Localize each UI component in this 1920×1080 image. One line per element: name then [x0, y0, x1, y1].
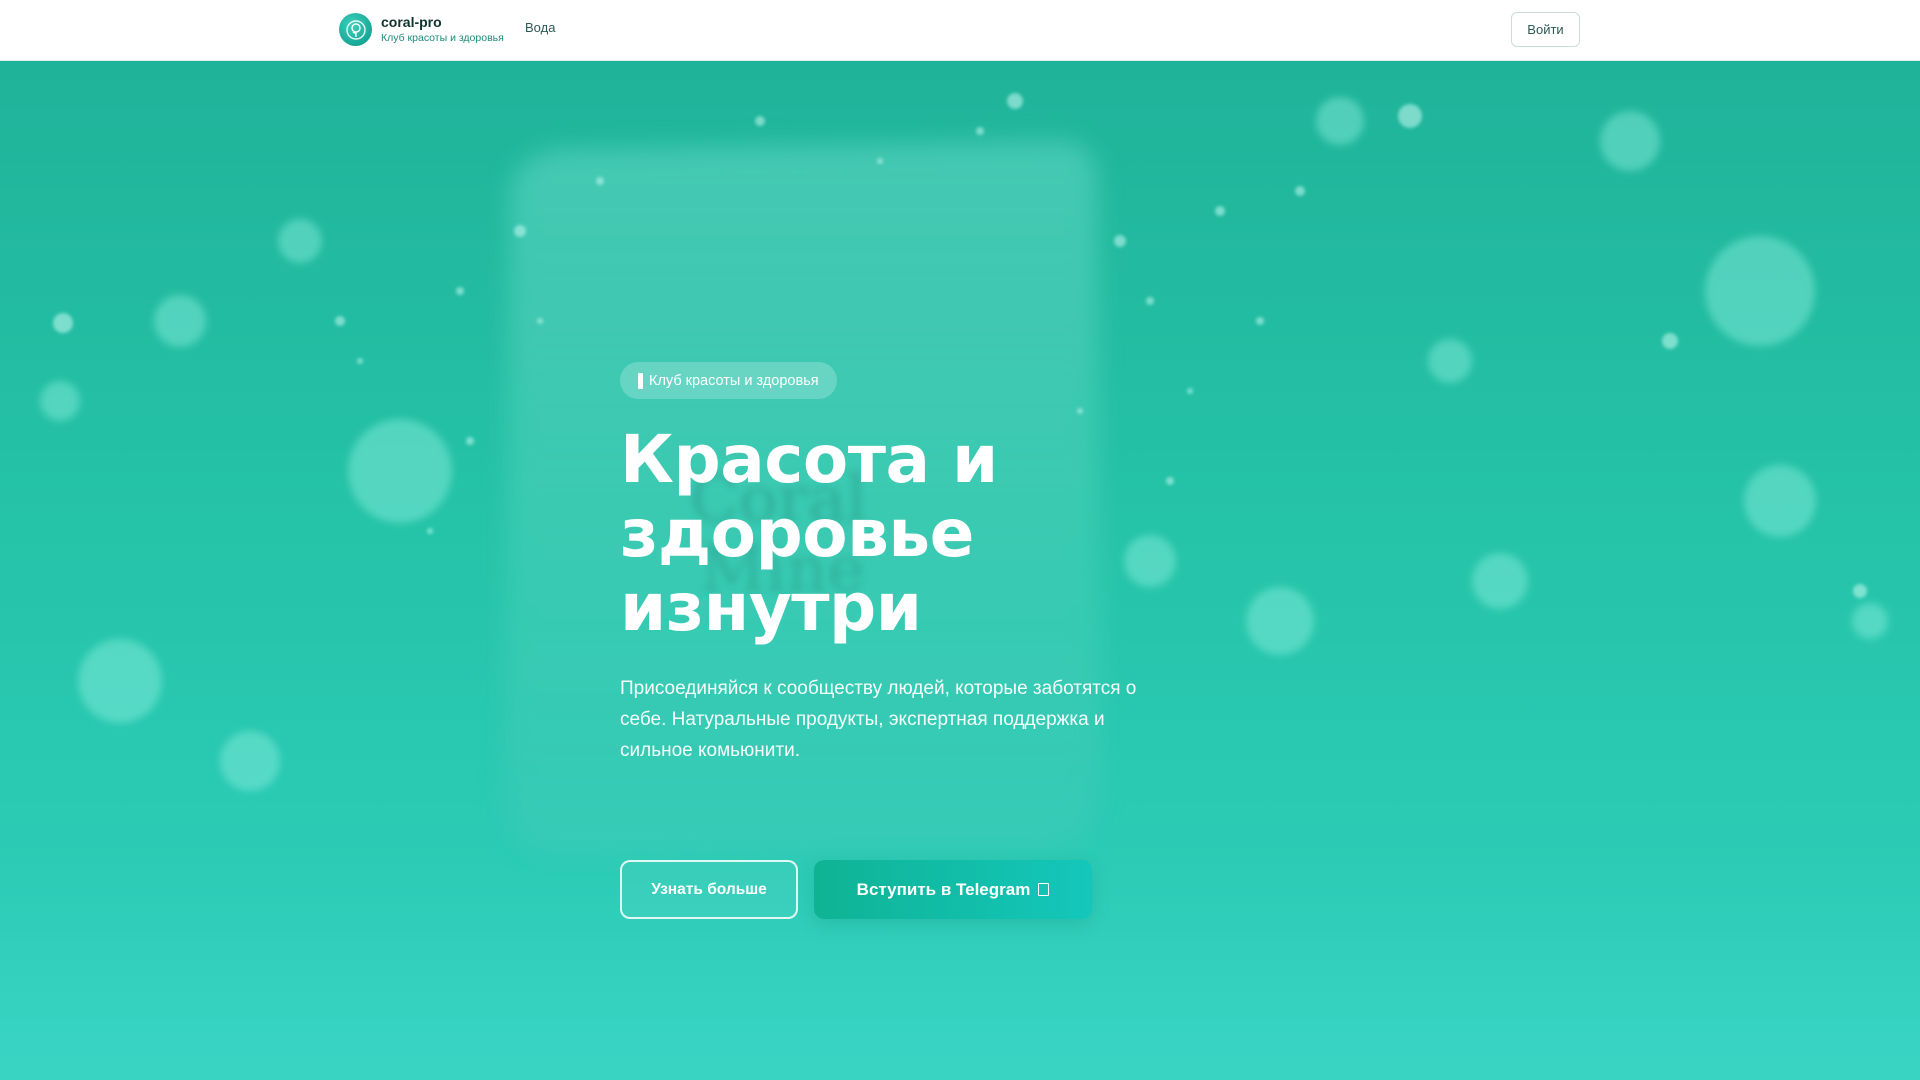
brand-subtitle: Клуб красоты и здоровья: [381, 32, 504, 45]
hero-title-line: изнутри: [620, 569, 922, 646]
hero-title-line: Красота и: [620, 421, 998, 498]
join-telegram-button[interactable]: Вступить в Telegram: [814, 860, 1092, 919]
brand-link[interactable]: coral-pro Клуб красоты и здоровья: [339, 13, 504, 46]
hero-content: Клуб красоты и здоровья Красота и здоров…: [620, 362, 1180, 766]
top-header: coral-pro Клуб красоты и здоровья Вода В…: [0, 0, 1920, 61]
hero-badge: Клуб красоты и здоровья: [620, 362, 837, 399]
brand-name: coral-pro: [381, 14, 442, 31]
hero-description: Присоединяйся к сообществу людей, которы…: [620, 678, 1137, 761]
learn-more-button[interactable]: Узнать больше: [620, 860, 798, 919]
telegram-icon: [1038, 883, 1050, 896]
hero-title-line: здоровье: [620, 495, 974, 572]
tree-leaf-icon: [339, 13, 372, 46]
hero-title: Красота и здоровье изнутри: [620, 423, 1080, 645]
hero-section: Coral Mine Клуб красоты и здоровья Красо…: [0, 61, 1920, 1080]
hero-badge-label: Клуб красоты и здоровья: [649, 372, 819, 389]
join-telegram-label: Вступить в Telegram: [856, 879, 1031, 899]
nav-link-water[interactable]: Вода: [525, 20, 555, 35]
hero-actions: Узнать больше Вступить в Telegram: [620, 860, 1092, 919]
login-button[interactable]: Войти: [1511, 12, 1580, 47]
brand-text: coral-pro Клуб красоты и здоровья: [381, 14, 504, 44]
bar-icon: [638, 372, 643, 389]
